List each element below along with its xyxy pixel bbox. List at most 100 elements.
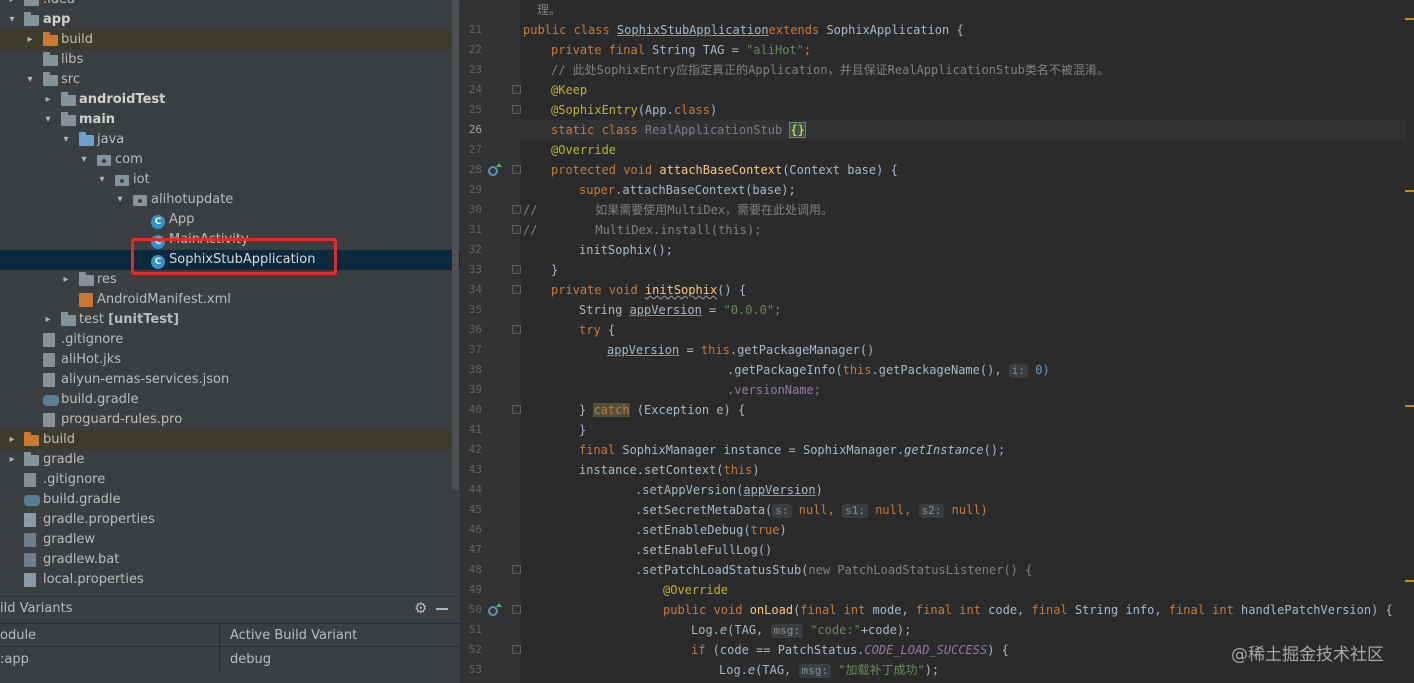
file-icon [43, 353, 59, 367]
code-token: { [600, 323, 616, 337]
chevron-right-icon[interactable]: ▸ [6, 430, 18, 450]
code-token: null, [791, 503, 843, 517]
fold-marker-icon[interactable] [512, 85, 521, 94]
folder-icon [61, 312, 77, 327]
tree-item-gitignore-root[interactable]: .gitignore [0, 470, 460, 490]
tree-item-label: src [61, 72, 80, 87]
chevron-right-icon[interactable]: ▸ [6, 450, 18, 470]
gear-icon[interactable]: ⚙ [414, 599, 427, 617]
tree-item-label: iot [133, 172, 150, 187]
tree-item-alihot-jks[interactable]: aliHot.jks [0, 350, 460, 370]
tree-item-app[interactable]: ▾ app [0, 10, 460, 30]
code-token: "0.0.0" [723, 303, 775, 317]
chevron-down-icon[interactable]: ▾ [78, 150, 90, 170]
tree-item-test[interactable]: ▸ test [unitTest] [0, 310, 460, 330]
override-method-icon[interactable] [488, 603, 502, 616]
properties-file-icon [24, 573, 40, 587]
fold-marker-icon[interactable] [512, 205, 521, 214]
code-line-22: private final String TAG = "aliHot"; [551, 40, 811, 60]
chevron-down-icon[interactable]: ▾ [96, 170, 108, 190]
tree-item-label: MainActivity [169, 232, 249, 247]
line-number: 51 [468, 623, 482, 636]
warning-stripe-marker[interactable] [1405, 18, 1414, 20]
variant-select[interactable]: debug [230, 648, 271, 672]
code-token: this [700, 343, 730, 357]
tree-item-gitignore-app[interactable]: .gitignore [0, 330, 460, 350]
tree-item-java[interactable]: ▾ java [0, 130, 460, 150]
minimize-icon[interactable] [436, 608, 448, 610]
tree-item-emas-json[interactable]: aliyun-emas-services.json [0, 370, 460, 390]
fold-marker-icon[interactable] [512, 565, 521, 574]
chevron-right-icon[interactable]: ▸ [42, 90, 54, 110]
warning-stripe-marker[interactable] [1405, 580, 1414, 582]
chevron-down-icon[interactable]: ▾ [24, 70, 36, 90]
code-token: protected void [551, 163, 660, 177]
properties-file-icon [24, 513, 40, 527]
code-line-49: @Override [663, 583, 729, 597]
tree-item-com[interactable]: ▾ com [0, 150, 460, 170]
fold-marker-icon[interactable] [512, 405, 521, 414]
tree-item-sophixstubapplication[interactable]: C SophixStubApplication [0, 250, 460, 270]
warning-stripe-marker[interactable] [1405, 405, 1414, 407]
tree-item-gradle[interactable]: ▸ gradle [0, 450, 460, 470]
tree-item-androidtest[interactable]: ▸ androidTest [0, 90, 460, 110]
tree-item-iot[interactable]: ▾ iot [0, 170, 460, 190]
chevron-down-icon[interactable]: ▾ [114, 190, 126, 210]
tree-item-local-properties[interactable]: local.properties [0, 570, 460, 590]
code-token: (App. [637, 103, 674, 117]
chevron-down-icon[interactable]: ▾ [60, 130, 72, 150]
tree-item-build-gradle-app[interactable]: build.gradle [0, 390, 460, 410]
chevron-right-icon[interactable]: ▸ [6, 0, 18, 10]
column-header-variant[interactable]: Active Build Variant [230, 624, 357, 648]
chevron-right-icon[interactable]: ▸ [42, 310, 54, 330]
tree-item-gradle-properties[interactable]: gradle.properties [0, 510, 460, 530]
code-token: .attachBaseContext(base); [615, 183, 796, 197]
fold-marker-icon[interactable] [512, 325, 521, 334]
folder-icon [43, 32, 59, 47]
folder-icon [61, 112, 77, 127]
code-token: attachBaseContext [659, 163, 783, 177]
code-token: .getPackageInfo( [727, 363, 843, 377]
fold-marker-icon[interactable] [512, 645, 521, 654]
tree-item-src[interactable]: ▾ src [0, 70, 460, 90]
code-token: "加载补丁成功" [838, 663, 925, 677]
tree-item-gradlew[interactable]: gradlew [0, 530, 460, 550]
tree-item-build[interactable]: ▸ build [0, 30, 460, 50]
chevron-down-icon[interactable]: ▾ [6, 10, 18, 30]
tree-item-app-class[interactable]: C App [0, 210, 460, 230]
tree-item-gradlew-bat[interactable]: gradlew.bat [0, 550, 460, 570]
column-header-module[interactable]: odule [0, 624, 220, 648]
code-token: CODE_LOAD_SUCCESS [864, 643, 988, 657]
tree-item-alihotupdate[interactable]: ▾ alihotupdate [0, 190, 460, 210]
chevron-down-icon[interactable]: ▾ [42, 110, 54, 130]
tree-item-build-root[interactable]: ▸ build [0, 430, 460, 450]
warning-stripe-marker[interactable] [1405, 190, 1414, 192]
fold-marker-icon[interactable] [512, 105, 521, 114]
tree-item-libs[interactable]: libs [0, 50, 460, 70]
fold-marker-icon[interactable] [512, 285, 521, 294]
tree-item-res[interactable]: ▸ res [0, 270, 460, 290]
class-icon: C [151, 213, 167, 229]
fold-marker-icon[interactable] [512, 165, 521, 174]
tree-item-idea[interactable]: ▸ .idea [0, 0, 460, 10]
folder-icon [61, 92, 77, 107]
code-token: final int [800, 603, 873, 617]
code-editor[interactable]: 21 22 23 24 25 26 27 28 29 30 31 32 33 3… [462, 0, 1414, 683]
tree-item-mainactivity[interactable]: C MainActivity [0, 230, 460, 250]
code-token: String [579, 303, 630, 317]
tree-item-main[interactable]: ▾ main [0, 110, 460, 130]
tree-item-proguard[interactable]: proguard-rules.pro [0, 410, 460, 430]
fold-marker-icon[interactable] [512, 225, 521, 234]
chevron-right-icon[interactable]: ▸ [24, 30, 36, 50]
override-method-icon[interactable] [488, 163, 502, 176]
code-token: ; [774, 303, 782, 317]
tree-scrollbar[interactable] [452, 0, 459, 490]
fold-marker-icon[interactable] [512, 265, 521, 274]
shell-file-icon [24, 533, 40, 547]
chevron-right-icon[interactable]: ▸ [60, 270, 72, 290]
tree-item-build-gradle-root[interactable]: build.gradle [0, 490, 460, 510]
tree-item-androidmanifest[interactable]: AndroidManifest.xml [0, 290, 460, 310]
fold-marker-icon[interactable] [512, 605, 521, 614]
table-row[interactable]: :app debug [0, 648, 460, 672]
tree-item-label: .gitignore [43, 472, 106, 487]
